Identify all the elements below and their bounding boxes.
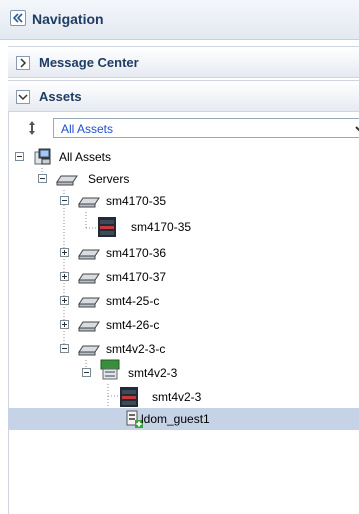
- tree-node-sm4170-37[interactable]: sm4170-37: [52, 266, 359, 288]
- server-folder-icon: [56, 175, 78, 186]
- chevron-down-icon: [18, 94, 28, 101]
- collapse-node-icon[interactable]: [82, 368, 91, 377]
- message-center-label: Message Center: [39, 55, 139, 70]
- expand-node-icon[interactable]: [60, 248, 69, 257]
- tree-node-smt4-25-c[interactable]: smt4-25-c: [52, 290, 359, 312]
- tree-node-label: ldom_guest1: [141, 412, 210, 426]
- assets-label: Assets: [39, 89, 82, 104]
- tree-node-smt4v2-3-chassis[interactable]: smt4v2-3: [120, 386, 359, 408]
- message-center-header[interactable]: Message Center: [8, 46, 359, 78]
- server-icon: [78, 321, 100, 332]
- collapse-node-icon[interactable]: [15, 152, 24, 161]
- asset-filter-select[interactable]: All Assets: [53, 118, 359, 138]
- server-chassis-icon: [120, 387, 138, 407]
- tree-node-label: smt4-25-c: [106, 294, 160, 308]
- collapse-navigation-button[interactable]: [10, 10, 26, 26]
- tree-node-label: sm4170-35: [106, 194, 167, 208]
- navigation-title: Navigation: [32, 11, 104, 27]
- asset-filter-row: All Assets: [8, 118, 359, 140]
- tree-node-ldom-guest1[interactable]: ldom_guest1: [8, 408, 359, 430]
- expand-node-icon[interactable]: [60, 296, 69, 305]
- dropdown-caret-icon[interactable]: [354, 123, 359, 135]
- assets-header[interactable]: Assets: [8, 80, 359, 112]
- server-icon: [78, 273, 100, 284]
- collapse-assets-button[interactable]: [16, 90, 30, 104]
- expand-node-icon[interactable]: [60, 272, 69, 281]
- tree-node-smt4v2-3-c[interactable]: smt4v2-3-c: [52, 338, 359, 360]
- computer-group-icon: [34, 148, 51, 165]
- tree-node-label: sm4170-35: [131, 220, 192, 234]
- server-icon: [78, 297, 100, 308]
- server-icon: [78, 249, 100, 260]
- collapse-node-icon[interactable]: [60, 344, 69, 353]
- expand-node-icon[interactable]: [60, 320, 69, 329]
- expand-message-center-button[interactable]: [16, 56, 30, 70]
- asset-filter-value: All Assets: [61, 122, 114, 136]
- double-chevron-left-icon: [12, 13, 23, 23]
- tree-node-label: smt4v2-3: [152, 390, 202, 404]
- tree-node-servers[interactable]: Servers: [30, 168, 359, 190]
- tree-node-smt4-26-c[interactable]: smt4-26-c: [52, 314, 359, 336]
- tree-node-label: sm4170-37: [106, 270, 167, 284]
- tree-node-label: All Assets: [59, 150, 112, 164]
- tree-node-sm4170-36[interactable]: sm4170-36: [52, 242, 359, 264]
- collapse-node-icon[interactable]: [38, 174, 47, 183]
- tree-node-label: smt4v2-3-c: [106, 342, 166, 356]
- sort-toggle-icon[interactable]: [26, 118, 38, 138]
- navigation-pane: Navigation Message Center Assets All Ass…: [0, 0, 359, 514]
- collapse-node-icon[interactable]: [60, 196, 69, 205]
- navigation-header: Navigation: [0, 0, 359, 40]
- tree-node-label: Servers: [88, 172, 130, 186]
- tree-node-label: smt4v2-3: [128, 366, 178, 380]
- sparc-os-icon: [100, 359, 120, 380]
- tree-node-sm4170-35-chassis[interactable]: sm4170-35: [98, 216, 359, 238]
- tree-node-all-assets[interactable]: All Assets: [8, 146, 359, 168]
- tree-node-sm4170-35[interactable]: sm4170-35: [52, 190, 359, 212]
- tree-node-label: sm4170-36: [106, 246, 167, 260]
- server-chassis-icon: [98, 217, 116, 237]
- server-icon: [78, 197, 100, 208]
- chevron-right-icon: [20, 58, 27, 68]
- tree-node-label: smt4-26-c: [106, 318, 160, 332]
- server-icon: [78, 345, 100, 356]
- tree-node-smt4v2-3-os[interactable]: smt4v2-3: [76, 359, 359, 384]
